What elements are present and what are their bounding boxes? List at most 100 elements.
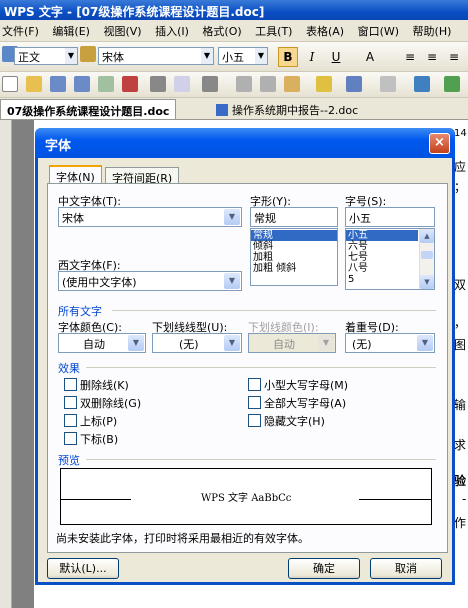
- align-left-icon[interactable]: ≡: [400, 47, 420, 67]
- font-select[interactable]: 宋体 ▼: [98, 47, 214, 65]
- underline-button[interactable]: U: [326, 47, 346, 67]
- style-input[interactable]: 常规: [250, 207, 338, 227]
- effects-group-label: 效果: [58, 362, 80, 375]
- page-text-fragment: -: [462, 492, 467, 506]
- hidden-text-checkbox[interactable]: [248, 414, 261, 427]
- cn-font-select[interactable]: 宋体 ▼: [58, 207, 242, 227]
- superscript-label[interactable]: 上标(P): [80, 413, 117, 429]
- page-text-fragment: 图: [454, 338, 467, 352]
- menu-view[interactable]: 视图(V): [103, 25, 141, 38]
- cut-icon[interactable]: [236, 76, 252, 92]
- open-folder-icon[interactable]: [26, 76, 42, 92]
- menu-insert[interactable]: 插入(I): [155, 25, 189, 38]
- chevron-down-icon: ▼: [65, 48, 77, 64]
- underline-style-select[interactable]: (无) ▼: [152, 333, 242, 353]
- new-document-icon[interactable]: [2, 76, 18, 92]
- undo-icon[interactable]: [346, 76, 362, 92]
- west-font-select[interactable]: (使用中文字体) ▼: [58, 271, 242, 291]
- menu-window[interactable]: 窗口(W): [358, 25, 399, 38]
- all-caps-checkbox[interactable]: [248, 396, 261, 409]
- small-caps-checkbox[interactable]: [248, 378, 261, 391]
- save-icon[interactable]: [50, 76, 66, 92]
- subscript-label[interactable]: 下标(B): [80, 431, 118, 447]
- cancel-button[interactable]: 取消: [370, 558, 442, 579]
- page-text-fragment: 输: [454, 398, 467, 412]
- tab-font[interactable]: 字体(N): [49, 165, 102, 185]
- strikethrough-checkbox[interactable]: [64, 378, 77, 391]
- menu-tools[interactable]: 工具(T): [255, 25, 292, 38]
- font-color-select[interactable]: 自动 ▼: [58, 333, 146, 353]
- double-strikethrough-checkbox[interactable]: [64, 396, 77, 409]
- chevron-down-icon: ▼: [255, 48, 267, 64]
- all-caps-label[interactable]: 全部大写字母(A): [264, 395, 346, 411]
- list-item[interactable]: 加粗 倾斜: [251, 263, 337, 274]
- export-pdf-icon[interactable]: [122, 76, 138, 92]
- standard-toolbar: [0, 72, 468, 98]
- document-tab-active[interactable]: 07级操作系统课程设计题目.doc: [0, 99, 177, 119]
- font-size-select[interactable]: 小五 ▼: [218, 47, 268, 65]
- format-painter-icon[interactable]: [316, 76, 332, 92]
- document-tab[interactable]: 操作系统期中报告--2.doc: [210, 99, 364, 119]
- close-icon[interactable]: ×: [429, 133, 450, 154]
- scrollbar-thumb[interactable]: [421, 251, 433, 259]
- traditional-chinese-icon[interactable]: [202, 76, 218, 92]
- default-button[interactable]: 默认(L)...: [47, 558, 119, 579]
- preview-group-label: 预览: [58, 454, 80, 467]
- superscript-checkbox[interactable]: [64, 414, 77, 427]
- print-preview-icon[interactable]: [174, 76, 190, 92]
- chevron-up-icon[interactable]: ▲: [420, 229, 434, 243]
- menu-table[interactable]: 表格(A): [306, 25, 344, 38]
- list-item[interactable]: 加粗: [251, 252, 337, 263]
- chevron-down-icon: ▼: [201, 48, 213, 64]
- window-title-bar: WPS 文字 - [07级操作系统课程设计题目.doc]: [0, 0, 468, 20]
- size-list-scrollbar[interactable]: ▲ ▼: [419, 229, 434, 289]
- emphasis-mark-select[interactable]: (无) ▼: [345, 333, 435, 353]
- subscript-checkbox[interactable]: [64, 432, 77, 445]
- align-right-icon[interactable]: ≡: [444, 47, 464, 67]
- mail-icon[interactable]: [98, 76, 114, 92]
- copy-icon[interactable]: [260, 76, 276, 92]
- small-caps-label[interactable]: 小型大写字母(M): [264, 377, 348, 393]
- page-text-fragment: ，: [454, 316, 467, 330]
- hidden-text-label[interactable]: 隐藏文字(H): [264, 413, 325, 429]
- underline-color-select: 自动 ▼: [248, 333, 336, 353]
- list-item[interactable]: 小五: [346, 230, 418, 241]
- bold-button[interactable]: B: [278, 47, 298, 67]
- menu-format[interactable]: 格式(O): [202, 25, 241, 38]
- style-select[interactable]: 正文 ▼: [14, 47, 78, 65]
- chevron-down-icon: ▼: [224, 335, 240, 351]
- menu-edit[interactable]: 编辑(E): [52, 25, 90, 38]
- strikethrough-label[interactable]: 删除线(K): [80, 377, 129, 393]
- size-list[interactable]: 小五 六号 七号 八号 5 ▲ ▼: [345, 228, 435, 290]
- page-text-fragment: 14: [454, 128, 467, 139]
- align-center-icon[interactable]: ≡: [422, 47, 442, 67]
- group-divider: [86, 367, 436, 368]
- ok-button[interactable]: 确定: [288, 558, 360, 579]
- size-input[interactable]: 小五: [345, 207, 435, 227]
- page-text-fragment: 求: [454, 438, 467, 452]
- italic-button[interactable]: I: [302, 47, 322, 67]
- document-tab-bar: 07级操作系统课程设计题目.doc 操作系统期中报告--2.doc: [0, 98, 468, 120]
- preview-baseline-right: [359, 499, 431, 500]
- list-item[interactable]: 常规: [251, 230, 337, 241]
- chevron-down-icon[interactable]: ▼: [420, 275, 434, 289]
- font-effects-button[interactable]: A: [360, 47, 380, 67]
- chevron-down-icon: ▼: [224, 209, 240, 225]
- style-list[interactable]: 常规 倾斜 加粗 加粗 倾斜: [250, 228, 338, 286]
- double-strikethrough-label[interactable]: 双删除线(G): [80, 395, 141, 411]
- chevron-down-icon: ▼: [417, 335, 433, 351]
- menu-help[interactable]: 帮助(H): [413, 25, 452, 38]
- redo-icon[interactable]: [380, 76, 396, 92]
- hyperlink-icon[interactable]: [414, 76, 430, 92]
- page-text-fragment: 作: [454, 516, 467, 530]
- menu-bar: 文件(F) 编辑(E) 视图(V) 插入(I) 格式(O) 工具(T) 表格(A…: [0, 20, 468, 42]
- chevron-down-icon: ▼: [318, 335, 334, 351]
- font-icon: [80, 46, 96, 62]
- paste-icon[interactable]: [284, 76, 300, 92]
- preview-baseline-left: [61, 499, 131, 500]
- menu-file[interactable]: 文件(F): [2, 25, 39, 38]
- print-icon[interactable]: [150, 76, 166, 92]
- save-all-icon[interactable]: [74, 76, 90, 92]
- table-icon[interactable]: [444, 76, 460, 92]
- list-item[interactable]: 倾斜: [251, 241, 337, 252]
